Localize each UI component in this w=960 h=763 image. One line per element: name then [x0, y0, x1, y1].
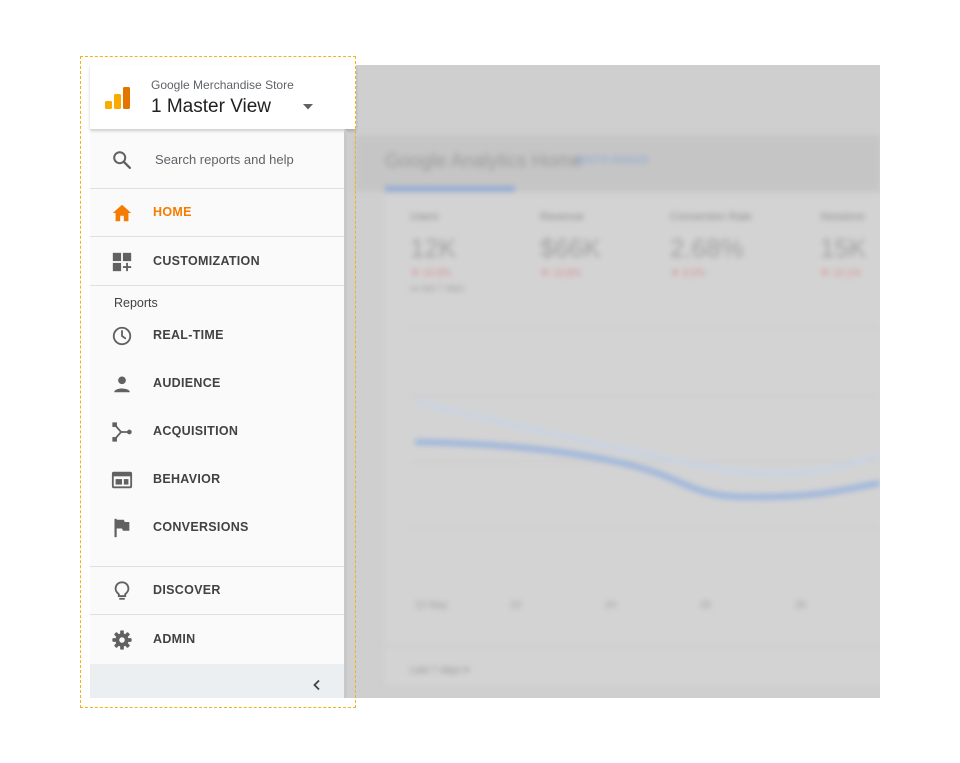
background-x-tick: 26	[795, 600, 807, 611]
account-name: Google Merchandise Store	[151, 78, 294, 92]
nav-item-label: REAL-TIME	[153, 328, 224, 342]
nav-item-audience[interactable]: AUDIENCE	[90, 360, 345, 408]
nav-item-label: ADMIN	[153, 632, 196, 646]
nav-item-discover[interactable]: DISCOVER	[90, 567, 345, 615]
background-x-tick: 24	[605, 600, 617, 611]
account-view-selector[interactable]: Google Merchandise Store 1 Master View	[90, 65, 356, 129]
nav-item-label: CUSTOMIZATION	[153, 254, 260, 268]
reports-section-label: Reports	[114, 296, 158, 310]
nav-item-admin[interactable]: ADMIN	[90, 616, 345, 664]
chevron-left-icon[interactable]	[311, 679, 323, 691]
nav-item-conversions[interactable]: CONVERSIONS	[90, 504, 345, 552]
nav-item-label: AUDIENCE	[153, 376, 221, 390]
nav-item-real-time[interactable]: REAL-TIME	[90, 312, 345, 360]
background-x-tick: 23	[510, 600, 522, 611]
nav-item-acquisition[interactable]: ACQUISITION	[90, 408, 345, 456]
background-footer-divider	[385, 645, 880, 646]
background-x-tick: 22 May	[415, 600, 448, 611]
sidebar-scrollbar[interactable]	[344, 130, 347, 698]
nav-item-home[interactable]: HOME	[90, 189, 345, 237]
view-name: 1 Master View	[151, 96, 272, 117]
acquisition-icon	[112, 422, 132, 442]
search-reports[interactable]: Search reports and help	[90, 131, 345, 189]
nav-item-label: BEHAVIOR	[153, 472, 221, 486]
clock-icon	[112, 326, 132, 346]
search-icon	[113, 151, 131, 169]
nav-item-label: DISCOVER	[153, 583, 221, 597]
collapse-sidebar-bar[interactable]	[90, 664, 345, 698]
flag-icon	[114, 518, 130, 538]
sidebar: Google Merchandise Store 1 Master View S…	[90, 65, 356, 698]
background-x-tick: 25	[700, 600, 712, 611]
home-icon	[112, 204, 132, 222]
gear-icon	[112, 630, 132, 650]
lightbulb-icon	[114, 581, 130, 600]
nav-item-behavior[interactable]: BEHAVIOR	[90, 456, 345, 504]
nav-item-label: ACQUISITION	[153, 424, 239, 438]
dropdown-caret-icon[interactable]	[301, 102, 315, 112]
google-analytics-logo	[105, 87, 130, 109]
nav-item-customization[interactable]: CUSTOMIZATION	[90, 238, 345, 286]
search-placeholder: Search reports and help	[155, 152, 294, 167]
background-footer-text: Last 7 days ▾	[410, 665, 469, 676]
nav-item-label: HOME	[153, 205, 192, 219]
person-icon	[114, 376, 130, 393]
background-series-line-secondary	[414, 399, 880, 476]
behavior-icon	[111, 471, 133, 489]
nav-item-label: CONVERSIONS	[153, 520, 249, 534]
customization-icon	[112, 252, 132, 272]
